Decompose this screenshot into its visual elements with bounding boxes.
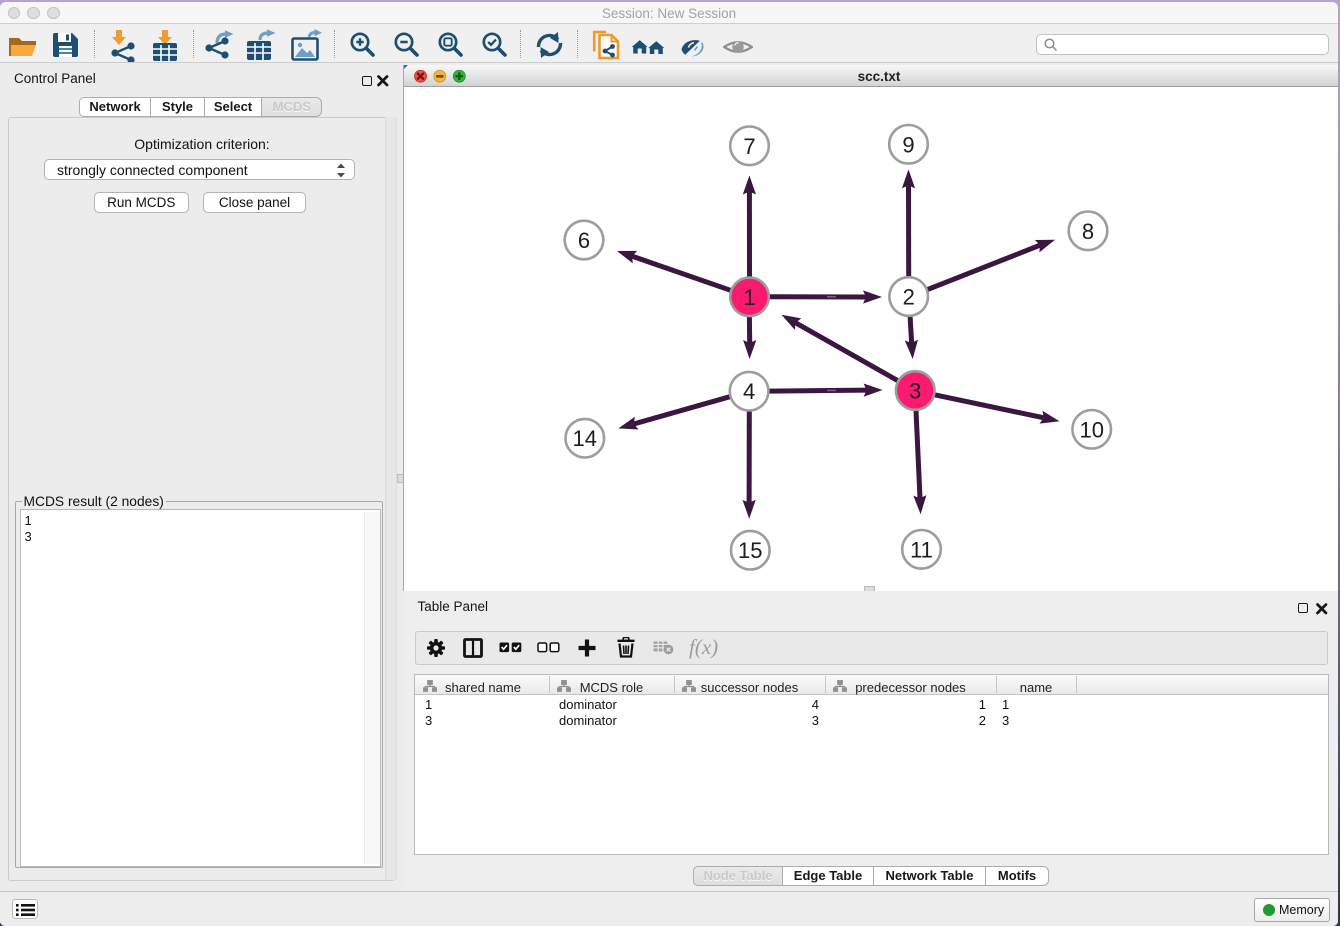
svg-text:15: 15 xyxy=(738,538,762,563)
svg-text:6: 6 xyxy=(578,228,590,253)
svg-text:1: 1 xyxy=(743,285,755,310)
svg-text:10: 10 xyxy=(1079,417,1103,442)
svg-text:3: 3 xyxy=(909,379,921,404)
svg-text:4: 4 xyxy=(743,379,755,404)
svg-text:9: 9 xyxy=(902,132,914,157)
svg-text:14: 14 xyxy=(573,426,597,451)
svg-text:7: 7 xyxy=(743,134,755,159)
svg-text:11: 11 xyxy=(910,537,933,562)
svg-text:8: 8 xyxy=(1082,219,1094,244)
svg-text:2: 2 xyxy=(903,285,915,310)
